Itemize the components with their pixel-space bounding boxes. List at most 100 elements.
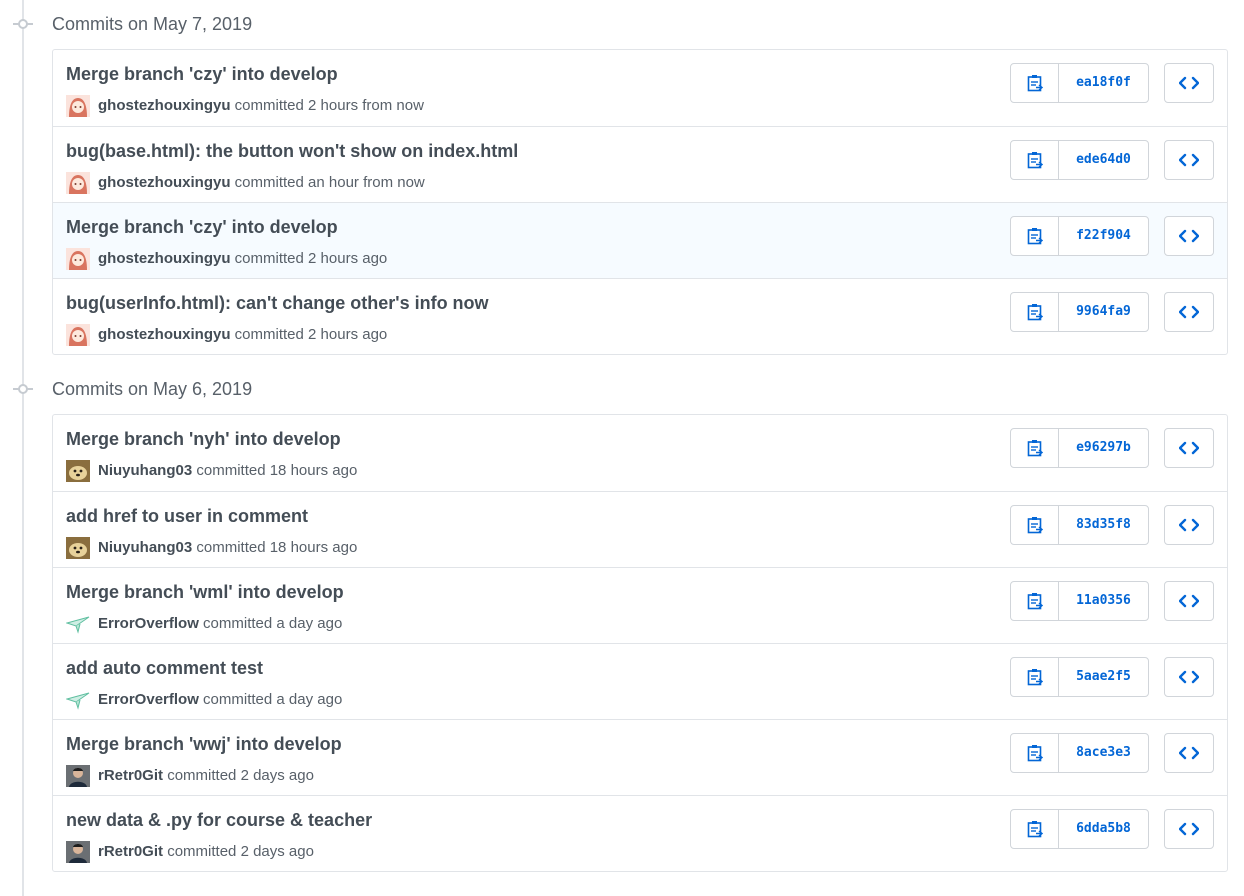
sha-button-group: f22f904 <box>1010 216 1149 256</box>
copy-sha-button[interactable] <box>1011 293 1059 331</box>
commit-title-link[interactable]: Merge branch 'wml' into develop <box>66 582 344 603</box>
commit-list: Merge branch 'czy' into develop ghostezho… <box>52 49 1228 355</box>
commit-title-link[interactable]: Merge branch 'czy' into develop <box>66 217 338 238</box>
commit-sha-link[interactable]: e96297b <box>1059 429 1148 467</box>
commit-time: 18 hours ago <box>269 539 358 556</box>
commit-group: Commits on May 7, 2019 Merge branch 'czy… <box>0 0 1244 355</box>
commit-verb: committed <box>234 250 304 267</box>
commit-row: Merge branch 'czy' into develop ghostezho… <box>53 50 1227 126</box>
commit-meta: rRetr0Git committed 2 days ago <box>66 765 314 787</box>
anime-avatar[interactable] <box>66 172 90 194</box>
commit-verb: committed <box>234 97 304 114</box>
code-icon <box>1179 822 1199 836</box>
commit-meta: ghostezhouxingyu committed 2 hours ago <box>66 248 387 270</box>
author-link[interactable]: ghostezhouxingyu <box>98 97 231 114</box>
browse-repo-button[interactable] <box>1164 428 1214 468</box>
author-link[interactable]: Niuyuhang03 <box>98 462 192 479</box>
copy-sha-button[interactable] <box>1011 658 1059 696</box>
copy-sha-button[interactable] <box>1011 810 1059 848</box>
browse-repo-button[interactable] <box>1164 505 1214 545</box>
code-icon <box>1179 76 1199 90</box>
clipboard-icon <box>1027 75 1043 92</box>
code-icon <box>1179 305 1199 319</box>
anime-avatar[interactable] <box>66 95 90 117</box>
commit-sha-link[interactable]: ede64d0 <box>1059 141 1148 179</box>
commit-sha-link[interactable]: 83d35f8 <box>1059 506 1148 544</box>
browse-repo-button[interactable] <box>1164 140 1214 180</box>
commit-title-link[interactable]: Merge branch 'nyh' into develop <box>66 429 341 450</box>
commit-title-link[interactable]: add href to user in comment <box>66 506 308 527</box>
commit-time: 2 days ago <box>240 843 314 860</box>
author-link[interactable]: Niuyuhang03 <box>98 539 192 556</box>
anime-avatar[interactable] <box>66 324 90 346</box>
anime-avatar[interactable] <box>66 248 90 270</box>
commit-sha-link[interactable]: 9964fa9 <box>1059 293 1148 331</box>
commit-sha-link[interactable]: 11a0356 <box>1059 582 1148 620</box>
copy-sha-button[interactable] <box>1011 429 1059 467</box>
browse-repo-button[interactable] <box>1164 809 1214 849</box>
commit-meta: Niuyuhang03 committed 18 hours ago <box>66 537 357 559</box>
commit-title-link[interactable]: bug(base.html): the button won't show on… <box>66 141 518 162</box>
clipboard-icon <box>1027 440 1043 457</box>
commit-title-link[interactable]: add auto comment test <box>66 658 263 679</box>
copy-sha-button[interactable] <box>1011 217 1059 255</box>
commit-node-icon <box>13 384 33 394</box>
sha-button-group: 5aae2f5 <box>1010 657 1149 697</box>
copy-sha-button[interactable] <box>1011 506 1059 544</box>
commit-title-link[interactable]: Merge branch 'wwj' into develop <box>66 734 342 755</box>
browse-repo-button[interactable] <box>1164 581 1214 621</box>
copy-sha-button[interactable] <box>1011 734 1059 772</box>
commit-meta: ErrorOverflow committed a day ago <box>65 689 342 711</box>
browse-repo-button[interactable] <box>1164 292 1214 332</box>
sha-button-group: 6dda5b8 <box>1010 809 1149 849</box>
paper-plane-avatar[interactable] <box>65 689 90 711</box>
sha-button-group: 8ace3e3 <box>1010 733 1149 773</box>
commit-verb: committed <box>234 326 304 343</box>
sha-button-group: ea18f0f <box>1010 63 1149 103</box>
author-link[interactable]: ghostezhouxingyu <box>98 326 231 343</box>
clipboard-icon <box>1027 821 1043 838</box>
browse-repo-button[interactable] <box>1164 216 1214 256</box>
person-avatar[interactable] <box>66 765 90 787</box>
clipboard-icon <box>1027 745 1043 762</box>
commit-sha-link[interactable]: ea18f0f <box>1059 64 1148 102</box>
commit-title-link[interactable]: Merge branch 'czy' into develop <box>66 64 338 85</box>
group-header-text: Commits on May 7, 2019 <box>52 14 253 34</box>
author-link[interactable]: ghostezhouxingyu <box>98 250 231 267</box>
dog-avatar[interactable] <box>66 537 90 559</box>
author-link[interactable]: ErrorOverflow <box>98 615 199 632</box>
code-icon <box>1179 153 1199 167</box>
commit-verb: committed <box>196 462 266 479</box>
commit-title-link[interactable]: new data & .py for course & teacher <box>66 810 372 831</box>
commit-title-link[interactable]: bug(userInfo.html): can't change other's… <box>66 293 489 314</box>
commit-verb: committed <box>203 615 273 632</box>
commit-verb: committed <box>196 539 266 556</box>
copy-sha-button[interactable] <box>1011 582 1059 620</box>
browse-repo-button[interactable] <box>1164 733 1214 773</box>
commit-time: 2 hours ago <box>308 250 388 267</box>
paper-plane-avatar[interactable] <box>65 613 90 635</box>
commit-sha-link[interactable]: 6dda5b8 <box>1059 810 1148 848</box>
person-avatar[interactable] <box>66 841 90 863</box>
commit-row: bug(userInfo.html): can't change other's… <box>53 278 1227 354</box>
author-link[interactable]: rRetr0Git <box>98 767 163 784</box>
code-icon <box>1179 441 1199 455</box>
browse-repo-button[interactable] <box>1164 657 1214 697</box>
commit-verb: committed <box>167 767 237 784</box>
commit-row: bug(base.html): the button won't show on… <box>53 126 1227 202</box>
copy-sha-button[interactable] <box>1011 141 1059 179</box>
commit-row: Merge branch 'wwj' into develop rRetr0Git… <box>53 719 1227 795</box>
code-icon <box>1179 518 1199 532</box>
copy-sha-button[interactable] <box>1011 64 1059 102</box>
commit-sha-link[interactable]: f22f904 <box>1059 217 1148 255</box>
commit-row: Merge branch 'nyh' into develop Niuyuhang… <box>53 415 1227 491</box>
commit-meta: rRetr0Git committed 2 days ago <box>66 841 314 863</box>
author-link[interactable]: rRetr0Git <box>98 843 163 860</box>
dog-avatar[interactable] <box>66 460 90 482</box>
commit-time: an hour from now <box>308 174 425 191</box>
commit-sha-link[interactable]: 8ace3e3 <box>1059 734 1148 772</box>
browse-repo-button[interactable] <box>1164 63 1214 103</box>
author-link[interactable]: ErrorOverflow <box>98 691 199 708</box>
commit-sha-link[interactable]: 5aae2f5 <box>1059 658 1148 696</box>
author-link[interactable]: ghostezhouxingyu <box>98 174 231 191</box>
